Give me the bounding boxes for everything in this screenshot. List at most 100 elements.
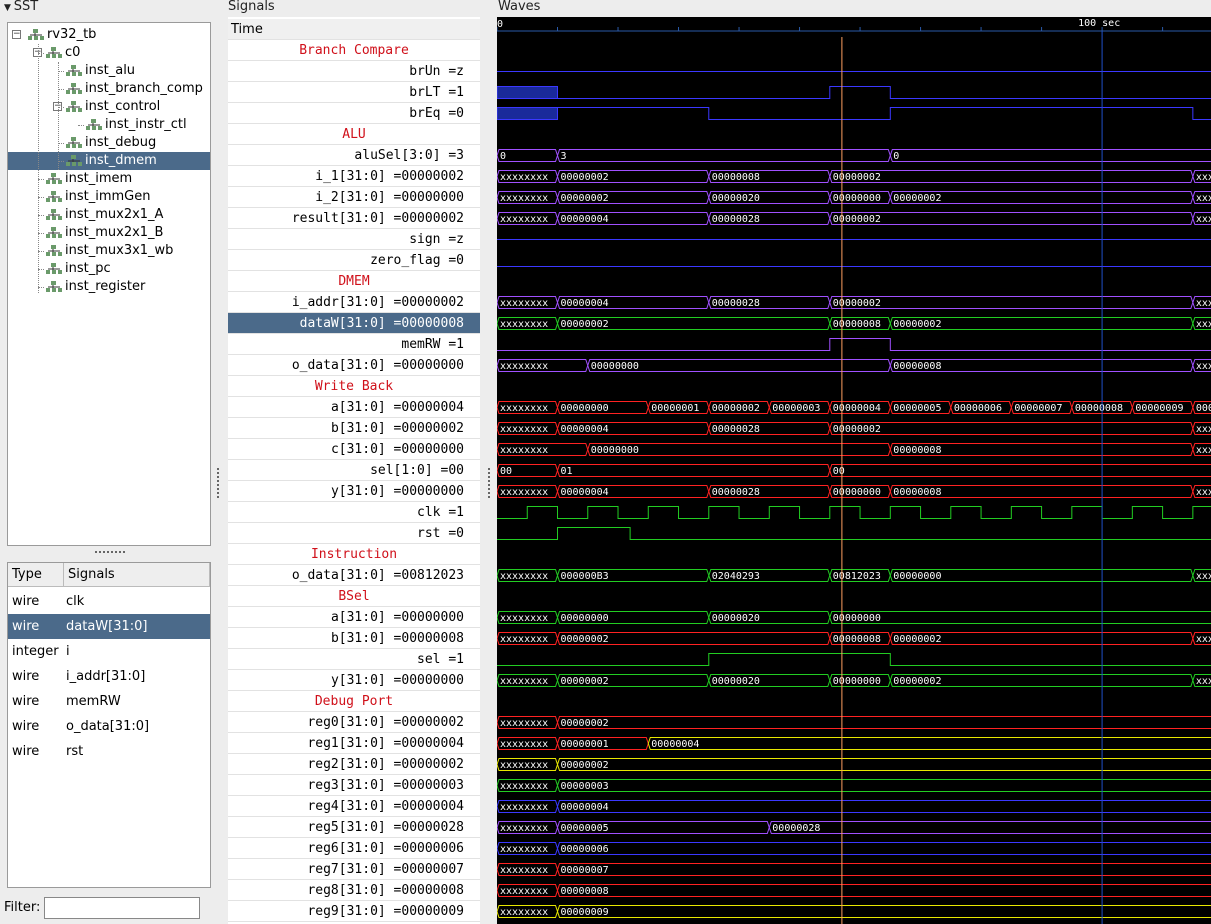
signal-row[interactable]: i_2[31:0] =00000000	[228, 187, 480, 208]
tree-node[interactable]: inst_branch_comp	[66, 80, 203, 98]
bus-segment	[829, 212, 1194, 225]
bus-value-label: 00000008	[712, 172, 760, 183]
bus-value-label: xxxxxxxx	[500, 760, 548, 771]
signal-table-row[interactable]: wire i_addr[31:0]	[8, 664, 210, 689]
bus-value-label: xxx	[1196, 298, 1211, 309]
bus-value-label: 00000008	[893, 361, 941, 372]
signal-row[interactable]: brUn =z	[228, 61, 480, 82]
signal-row[interactable]: o_data[31:0] =00812023	[228, 565, 480, 586]
signal-row[interactable]: brEq =0	[228, 103, 480, 124]
signal-row[interactable]: rst =0	[228, 523, 480, 544]
bus-value-label: 00000009	[561, 907, 609, 918]
signal-row[interactable]: sel[1:0] =00	[228, 460, 480, 481]
tree-node[interactable]: inst_mux3x1_wb	[46, 242, 173, 260]
tree-node[interactable]: c0	[46, 44, 80, 62]
tree-node[interactable]: inst_imem	[46, 170, 132, 188]
bus-value-label: xxx	[1196, 319, 1211, 330]
signal-group-header[interactable]: DMEM	[228, 271, 480, 292]
signal-group-header[interactable]: ALU	[228, 124, 480, 145]
waveform-view[interactable]: 0 100 sec 0 3 0 xxxxxxxx 00000002 00000008 00000…	[497, 17, 1211, 924]
sst-hierarchy-tree[interactable]: rv32_tb − c0− inst_alu inst_branch_comp inst_…	[7, 22, 211, 546]
signal-row[interactable]: reg5[31:0] =00000028	[228, 817, 480, 838]
collapse-arrow-icon[interactable]: ▼	[4, 3, 14, 13]
signal-row[interactable]: o_data[31:0] =00000000	[228, 355, 480, 376]
vertical-splitter-grip-left[interactable]	[217, 468, 222, 498]
signal-group-header[interactable]: Write Back	[228, 376, 480, 397]
filter-input[interactable]	[44, 897, 200, 919]
signal-row[interactable]: a[31:0] =00000004	[228, 397, 480, 418]
signal-row[interactable]: aluSel[3:0] =3	[228, 145, 480, 166]
tree-node[interactable]: inst_alu	[66, 62, 135, 80]
signal-row[interactable]: reg9[31:0] =00000009	[228, 901, 480, 922]
signal-row[interactable]: b[31:0] =00000002	[228, 418, 480, 439]
sst-panel-title[interactable]: ▼ SST	[4, 0, 38, 14]
signal-row[interactable]: reg6[31:0] =00000006	[228, 838, 480, 859]
wave-trace	[557, 86, 1211, 99]
bus-value-label: xxx	[1196, 676, 1211, 687]
bus-segment	[829, 422, 1194, 435]
time-origin-label: 0	[497, 19, 503, 30]
signal-table-row[interactable]: wire rst	[8, 739, 210, 764]
signal-row[interactable]: clk =1	[228, 502, 480, 523]
signal-row[interactable]: y[31:0] =00000000	[228, 670, 480, 691]
signal-row[interactable]: zero_flag =0	[228, 250, 480, 271]
signal-row[interactable]: result[31:0] =00000002	[228, 208, 480, 229]
bus-value-label: xxxxxxxx	[500, 172, 548, 183]
signal-row[interactable]: reg2[31:0] =00000002	[228, 754, 480, 775]
signal-row[interactable]: b[31:0] =00000008	[228, 628, 480, 649]
vertical-splitter-grip-right[interactable]	[488, 468, 493, 498]
column-header-signals[interactable]: Signals	[64, 563, 210, 587]
bus-value-label: 00000028	[712, 424, 760, 435]
tree-node[interactable]: inst_mux2x1_B	[46, 224, 163, 242]
tree-node[interactable]: inst_pc	[46, 260, 111, 278]
signal-group-header[interactable]: BSel	[228, 586, 480, 607]
column-header-type[interactable]: Type	[8, 563, 64, 587]
signal-row[interactable]: reg8[31:0] =00000008	[228, 880, 480, 901]
signal-table-row[interactable]: wire o_data[31:0]	[8, 714, 210, 739]
signal-table-row[interactable]: wire clk	[8, 589, 210, 614]
signal-group-header[interactable]: Instruction	[228, 544, 480, 565]
waveform-canvas[interactable]: 0 100 sec0 3 0xxxxxxxx 00000002 00000008 00000…	[497, 17, 1211, 924]
tree-node[interactable]: inst_register	[46, 278, 145, 296]
signal-row[interactable]: brLT =1	[228, 82, 480, 103]
signal-row[interactable]: reg4[31:0] =00000004	[228, 796, 480, 817]
bus-segment	[768, 821, 1211, 834]
signal-row[interactable]: reg0[31:0] =00000002	[228, 712, 480, 733]
tree-node[interactable]: inst_debug	[66, 134, 156, 152]
tree-node[interactable]: inst_instr_ctl	[86, 116, 187, 134]
horizontal-splitter-grip[interactable]	[95, 551, 125, 556]
signal-table-row[interactable]: wire memRW	[8, 689, 210, 714]
signal-row[interactable]: i_addr[31:0] =00000002	[228, 292, 480, 313]
signal-row[interactable]: reg7[31:0] =00000007	[228, 859, 480, 880]
signal-group-header[interactable]: Debug Port	[228, 691, 480, 712]
signal-table-row[interactable]: wire dataW[31:0]	[8, 614, 210, 639]
signal-row[interactable]: sign =z	[228, 229, 480, 250]
signal-row[interactable]: memRW =1	[228, 334, 480, 355]
module-icon	[66, 134, 85, 152]
tree-node[interactable]: inst_mux2x1_A	[46, 206, 163, 224]
tree-node[interactable]: rv32_tb	[28, 26, 96, 44]
signal-row[interactable]: dataW[31:0] =00000008	[228, 313, 480, 334]
module-signals-table[interactable]: Type Signals wire clk wire dataW[31:0] integ…	[7, 562, 211, 888]
signal-row[interactable]: reg1[31:0] =00000004	[228, 733, 480, 754]
bus-value-label: xxx	[1196, 571, 1211, 582]
signal-group-header[interactable]: Branch Compare	[228, 40, 480, 61]
tree-node[interactable]: inst_immGen	[46, 188, 150, 206]
tree-connector	[78, 125, 84, 126]
signals-list[interactable]: Time Branch Compare brUn =z brLT =1 brEq =0…	[228, 17, 480, 924]
signal-row[interactable]: sel =1	[228, 649, 480, 670]
bus-value-label: xxxxxxxx	[500, 613, 548, 624]
signal-row[interactable]: i_1[31:0] =00000002	[228, 166, 480, 187]
bus-value-label: 00000004	[561, 487, 609, 498]
bus-value-label: 01	[561, 466, 573, 477]
signal-table-row[interactable]: integer i	[8, 639, 210, 664]
bus-value-label: 00000000	[893, 571, 941, 582]
signal-row[interactable]: c[31:0] =00000000	[228, 439, 480, 460]
bus-value-label: 00000002	[561, 634, 609, 645]
collapse-toggle-icon[interactable]: −	[12, 30, 21, 39]
signal-row[interactable]: reg3[31:0] =00000003	[228, 775, 480, 796]
signal-row[interactable]: a[31:0] =00000000	[228, 607, 480, 628]
bus-value-label: xxxxxxxx	[500, 634, 548, 645]
tree-node[interactable]: inst_control	[66, 98, 160, 116]
signal-row[interactable]: y[31:0] =00000000	[228, 481, 480, 502]
